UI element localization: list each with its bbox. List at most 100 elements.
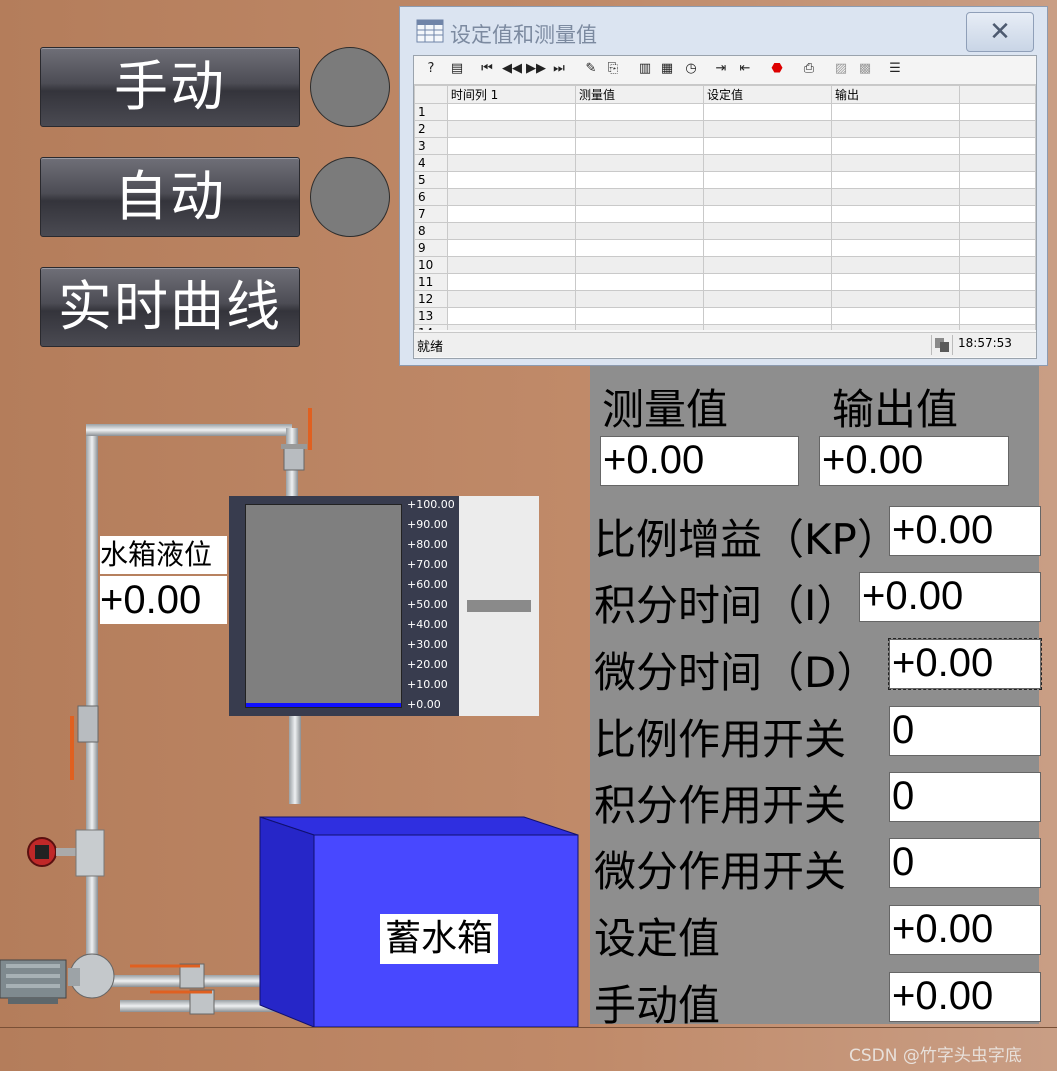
table-row[interactable]: 9 [414, 239, 1036, 257]
riser-valve-icon[interactable] [66, 700, 106, 784]
column-header[interactable]: 设定值 [702, 85, 832, 104]
table-cell[interactable] [958, 256, 1036, 274]
table-cell[interactable] [574, 103, 704, 121]
derivative-switch-input[interactable]: 0 [889, 838, 1041, 888]
table-row[interactable]: 12 [414, 290, 1036, 308]
table-cell[interactable] [446, 256, 576, 274]
previous-record-icon[interactable]: ◀◀ [502, 60, 522, 78]
integral-switch-input[interactable]: 0 [889, 772, 1041, 822]
next-record-icon[interactable]: ▶▶ [526, 60, 546, 78]
table-cell[interactable] [574, 290, 704, 308]
table-cell[interactable] [702, 273, 832, 291]
table-cell[interactable] [830, 307, 960, 325]
table-cell[interactable] [446, 324, 576, 330]
table-row[interactable]: 10 [414, 256, 1036, 274]
table-cell[interactable] [446, 222, 576, 240]
table-cell[interactable] [958, 205, 1036, 223]
table-cell[interactable] [574, 137, 704, 155]
table-cell[interactable] [830, 154, 960, 172]
table-cell[interactable] [574, 171, 704, 189]
timer-icon[interactable]: ◷ [682, 60, 700, 78]
table-row[interactable]: 7 [414, 205, 1036, 223]
table-cell[interactable] [574, 256, 704, 274]
pump-motor-icon[interactable] [0, 946, 240, 1022]
table-cell[interactable] [702, 154, 832, 172]
table-cell[interactable] [574, 205, 704, 223]
import-icon[interactable]: ⇤ [736, 60, 754, 78]
last-record-icon[interactable]: ⏭ [550, 60, 568, 78]
data-grid[interactable]: 时间列 1 测量值 设定值 输出 1234567891011121314 [414, 85, 1036, 330]
table-cell[interactable] [702, 307, 832, 325]
table-row[interactable]: 1 [414, 103, 1036, 121]
first-record-icon[interactable]: ⏮ [478, 60, 496, 78]
table-cell[interactable] [702, 188, 832, 206]
table-cell[interactable] [446, 171, 576, 189]
level-slider-track[interactable] [459, 496, 539, 716]
table-cell[interactable] [958, 171, 1036, 189]
archive-select-icon[interactable]: ▦ [658, 60, 676, 78]
table-row[interactable]: 14 [414, 324, 1036, 330]
proportional-switch-input[interactable]: 0 [889, 706, 1041, 756]
derivative-time-input[interactable]: +0.00 [888, 638, 1042, 690]
table-cell[interactable] [446, 103, 576, 121]
table-cell[interactable] [958, 188, 1036, 206]
table-cell[interactable] [702, 103, 832, 121]
manual-button[interactable]: 手动 [40, 47, 300, 127]
table-cell[interactable] [830, 273, 960, 291]
table-cell[interactable] [830, 324, 960, 330]
table-cell[interactable] [830, 171, 960, 189]
table-row[interactable]: 11 [414, 273, 1036, 291]
column-select-icon[interactable]: ▥ [636, 60, 654, 78]
table-row[interactable]: 5 [414, 171, 1036, 189]
table-cell[interactable] [574, 273, 704, 291]
export-icon[interactable]: ⇥ [712, 60, 730, 78]
table-cell[interactable] [574, 120, 704, 138]
table-cell[interactable] [446, 307, 576, 325]
table-cell[interactable] [702, 120, 832, 138]
table-row[interactable]: 4 [414, 154, 1036, 172]
statistics-icon[interactable]: ▩ [856, 60, 874, 78]
table-cell[interactable] [702, 205, 832, 223]
stop-icon[interactable]: ⬣ [768, 60, 786, 78]
inlet-valve-icon[interactable] [276, 404, 316, 476]
table-cell[interactable] [958, 103, 1036, 121]
table-cell[interactable] [830, 188, 960, 206]
print-icon[interactable]: ⎙ [800, 60, 818, 78]
realtime-trend-button[interactable]: 实时曲线 [40, 267, 300, 347]
table-cell[interactable] [830, 137, 960, 155]
table-cell[interactable] [958, 154, 1036, 172]
table-row[interactable]: 6 [414, 188, 1036, 206]
table-row[interactable]: 2 [414, 120, 1036, 138]
table-cell[interactable] [446, 154, 576, 172]
table-cell[interactable] [702, 222, 832, 240]
table-cell[interactable] [574, 324, 704, 330]
table-cell[interactable] [702, 171, 832, 189]
table-cell[interactable] [446, 273, 576, 291]
table-cell[interactable] [958, 324, 1036, 330]
table-cell[interactable] [446, 120, 576, 138]
table-cell[interactable] [446, 188, 576, 206]
table-cell[interactable] [958, 273, 1036, 291]
column-header[interactable]: 输出 [830, 85, 960, 104]
properties-icon[interactable]: ▤ [448, 60, 466, 78]
table-cell[interactable] [574, 154, 704, 172]
table-cell[interactable] [446, 205, 576, 223]
integral-time-input[interactable]: +0.00 [859, 572, 1041, 622]
settings-list-icon[interactable]: ☰ [886, 60, 904, 78]
table-cell[interactable] [702, 239, 832, 257]
table-row[interactable]: 8 [414, 222, 1036, 240]
edit-icon[interactable]: ✎ [582, 60, 600, 78]
column-header[interactable]: 测量值 [574, 85, 704, 104]
table-cell[interactable] [574, 222, 704, 240]
table-cell[interactable] [830, 103, 960, 121]
table-cell[interactable] [574, 188, 704, 206]
table-cell[interactable] [958, 307, 1036, 325]
close-button[interactable]: ✕ [966, 12, 1034, 52]
help-icon[interactable]: ? [422, 60, 440, 78]
kp-input[interactable]: +0.00 [889, 506, 1041, 556]
table-cell[interactable] [958, 120, 1036, 138]
table-row[interactable]: 13 [414, 307, 1036, 325]
table-cell[interactable] [446, 239, 576, 257]
table-row[interactable]: 3 [414, 137, 1036, 155]
table-cell[interactable] [702, 290, 832, 308]
